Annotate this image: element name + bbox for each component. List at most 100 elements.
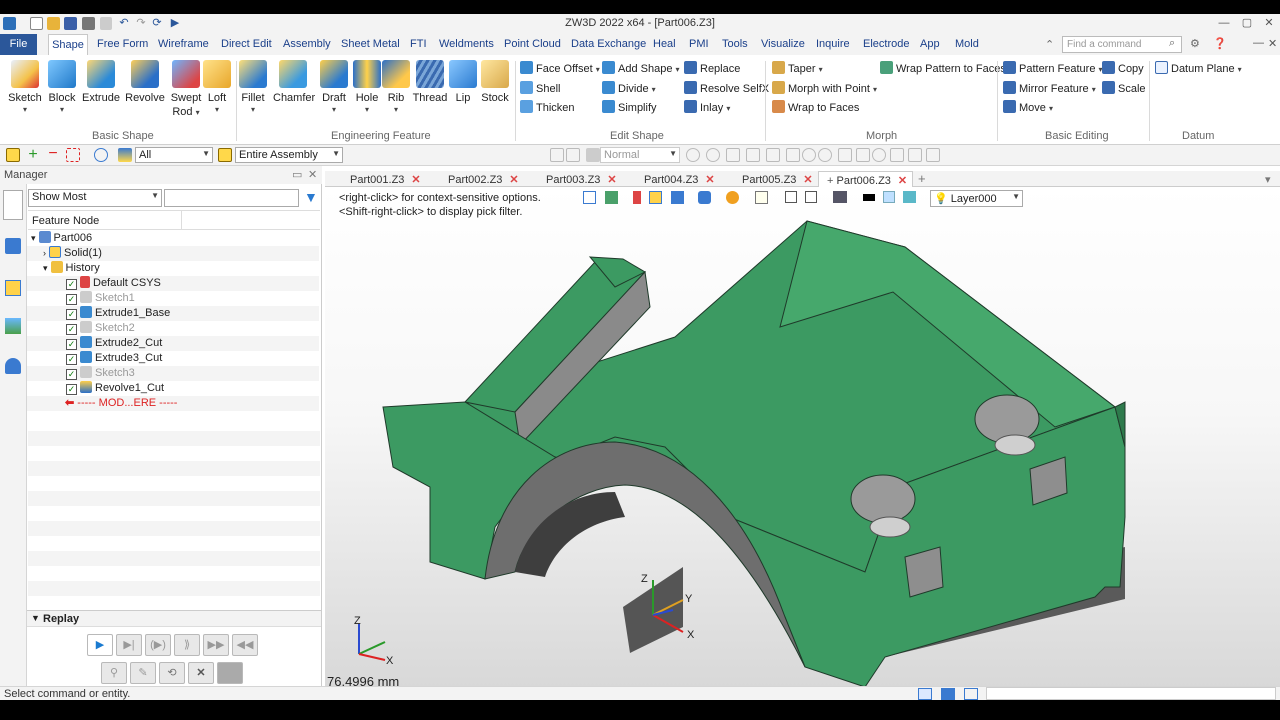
tree-node-extrude1[interactable]: ✓ Extrude1_Base [27, 306, 319, 321]
status-input-field[interactable] [986, 687, 1276, 700]
close-window-icon[interactable]: ✕ [1262, 17, 1276, 29]
morph-with-point-button[interactable]: Morph with Point ▾ [772, 81, 877, 99]
show-filter-select[interactable]: Show Most ▼ [28, 189, 162, 207]
menu-electrode[interactable]: Electrode [863, 38, 909, 50]
tree-roll-marker[interactable]: ⬅ ----- MOD...ERE ----- [27, 396, 319, 411]
menu-assembly[interactable]: Assembly [283, 38, 331, 50]
funnel-filter-icon[interactable]: ▼ [304, 190, 318, 204]
block-button[interactable]: Block ▾ [42, 58, 82, 128]
tree-node-history[interactable]: ▾ History [27, 261, 319, 276]
pick-icon[interactable] [6, 148, 20, 162]
menu-fti[interactable]: FTI [410, 38, 427, 50]
menu-inquire[interactable]: Inquire [816, 38, 850, 50]
replay-next-button[interactable]: (▶) [145, 634, 171, 656]
tool-icon-10[interactable] [926, 148, 940, 162]
menu-weldments[interactable]: Weldments [439, 38, 494, 50]
tree-node-extrude2[interactable]: ✓ Extrude2_Cut [27, 336, 319, 351]
tab-part003[interactable]: Part003.Z3 ✕ [546, 171, 617, 187]
menu-free-form[interactable]: Free Form [97, 38, 148, 50]
tab-part005[interactable]: Part005.Z3 ✕ [742, 171, 813, 187]
circle-icon[interactable] [818, 148, 832, 162]
replay-edit-button[interactable]: ⚲ [101, 662, 127, 684]
tree-node-extrude3[interactable]: ✓ Extrude3_Cut [27, 351, 319, 366]
refresh-view-icon[interactable] [566, 148, 580, 162]
move-button[interactable]: Move ▾ [1003, 100, 1053, 118]
tree-node-revolve1[interactable]: ✓ Revolve1_Cut [27, 381, 319, 396]
revolve-button[interactable]: Revolve [125, 58, 165, 128]
render-mode-select[interactable]: Normal ▼ [600, 147, 680, 163]
taper-button[interactable]: Taper ▾ [772, 61, 823, 79]
status-view-icon-2[interactable] [941, 688, 955, 700]
status-view-icon-1[interactable] [918, 688, 932, 700]
tool-icon-7[interactable] [856, 148, 870, 162]
add-shape-button[interactable]: Add Shape ▾ [602, 61, 680, 79]
menu-app[interactable]: App [920, 38, 940, 50]
pin-icon[interactable]: ▭ [292, 168, 302, 181]
resolve-selfx-button[interactable]: Resolve SelfX [684, 81, 769, 99]
user-manager-icon[interactable] [5, 358, 21, 374]
assembly-manager-icon[interactable] [5, 238, 21, 254]
pattern-feature-button[interactable]: Pattern Feature ▾ [1003, 61, 1103, 79]
sketch-button[interactable]: Sketch ▾ [5, 58, 45, 128]
tool-icon-5[interactable] [766, 148, 780, 162]
tool-icon-8[interactable] [890, 148, 904, 162]
wrap-pattern-button[interactable]: Wrap Pattern to Faces [880, 61, 1006, 79]
filter-icon[interactable] [118, 148, 132, 162]
menu-mold[interactable]: Mold [955, 38, 979, 50]
replay-reorder-button[interactable]: ⟲ [159, 662, 185, 684]
line-icon[interactable] [786, 148, 800, 162]
tool-icon-2[interactable] [706, 148, 720, 162]
replay-end-button[interactable]: ▶▶ [203, 634, 229, 656]
close-panel-icon[interactable]: ✕ [308, 168, 317, 181]
add-icon[interactable]: + [26, 147, 40, 163]
loft-button[interactable]: Loft ▾ [197, 58, 237, 128]
wrap-to-faces-button[interactable]: Wrap to Faces [772, 100, 859, 118]
tab-part004[interactable]: Part004.Z3 ✕ [644, 171, 715, 187]
minimize-doc-icon[interactable]: — [1253, 37, 1264, 49]
box-select-icon[interactable] [66, 148, 80, 162]
tree-node-solid[interactable]: › Solid(1) [27, 246, 319, 261]
remove-icon[interactable]: − [46, 146, 60, 162]
menu-file[interactable]: File [0, 34, 37, 55]
arc-icon[interactable] [872, 148, 886, 162]
menu-direct-edit[interactable]: Direct Edit [221, 38, 272, 50]
replay-header[interactable]: ▼ Replay [27, 610, 321, 627]
menu-visualize[interactable]: Visualize [761, 38, 805, 50]
close-tab-icon[interactable]: ✕ [607, 174, 616, 186]
close-tab-icon[interactable]: ✕ [509, 174, 518, 186]
collapse-ribbon-icon[interactable]: ⌃ [1045, 38, 1054, 51]
close-tab-icon[interactable]: ✕ [705, 174, 714, 186]
replay-step-button[interactable]: ▶| [116, 634, 142, 656]
fillet-button[interactable]: Fillet ▾ [233, 58, 273, 128]
tab-part002[interactable]: Part002.Z3 ✕ [448, 171, 519, 187]
view-manager-icon[interactable] [5, 318, 21, 334]
tree-node-sketch2[interactable]: ✓ Sketch2 [27, 321, 319, 336]
divide-button[interactable]: Divide ▾ [602, 81, 656, 99]
menu-data-exchange[interactable]: Data Exchange [571, 38, 646, 50]
simplify-button[interactable]: Simplify [602, 100, 657, 118]
menu-tools[interactable]: Tools [722, 38, 748, 50]
face-offset-button[interactable]: Face Offset ▾ [520, 61, 600, 79]
point-icon[interactable] [802, 148, 816, 162]
close-tab-icon[interactable]: ✕ [411, 174, 420, 186]
part-model[interactable] [325, 187, 1280, 690]
chamfer-button[interactable]: Chamfer [273, 58, 315, 128]
replay-cancel-button[interactable]: ✕ [188, 662, 214, 684]
menu-sheet-metal[interactable]: Sheet Metal [341, 38, 400, 50]
tool-icon-4[interactable] [746, 148, 760, 162]
tree-node-sketch3[interactable]: ✓ Sketch3 [27, 366, 319, 381]
tool-icon-1[interactable] [686, 148, 700, 162]
help-icon[interactable]: ❓ [1213, 37, 1227, 50]
menu-wireframe[interactable]: Wireframe [158, 38, 209, 50]
lasso-icon[interactable] [94, 148, 108, 162]
3d-viewport[interactable]: <right-click> for context-sensitive opti… [325, 187, 1280, 690]
tree-node-default-csys[interactable]: ✓ Default CSYS [27, 276, 319, 291]
scale-button[interactable]: Scale [1102, 81, 1146, 99]
menu-point-cloud[interactable]: Point Cloud [504, 38, 561, 50]
replay-rewind-button[interactable]: ◀◀ [232, 634, 258, 656]
tree-node-sketch1[interactable]: ✓ Sketch1 [27, 291, 319, 306]
shell-button[interactable]: Shell [520, 81, 560, 99]
close-tab-icon[interactable]: ✕ [898, 175, 907, 187]
close-tab-icon[interactable]: ✕ [803, 174, 812, 186]
tool-icon-3[interactable] [726, 148, 740, 162]
